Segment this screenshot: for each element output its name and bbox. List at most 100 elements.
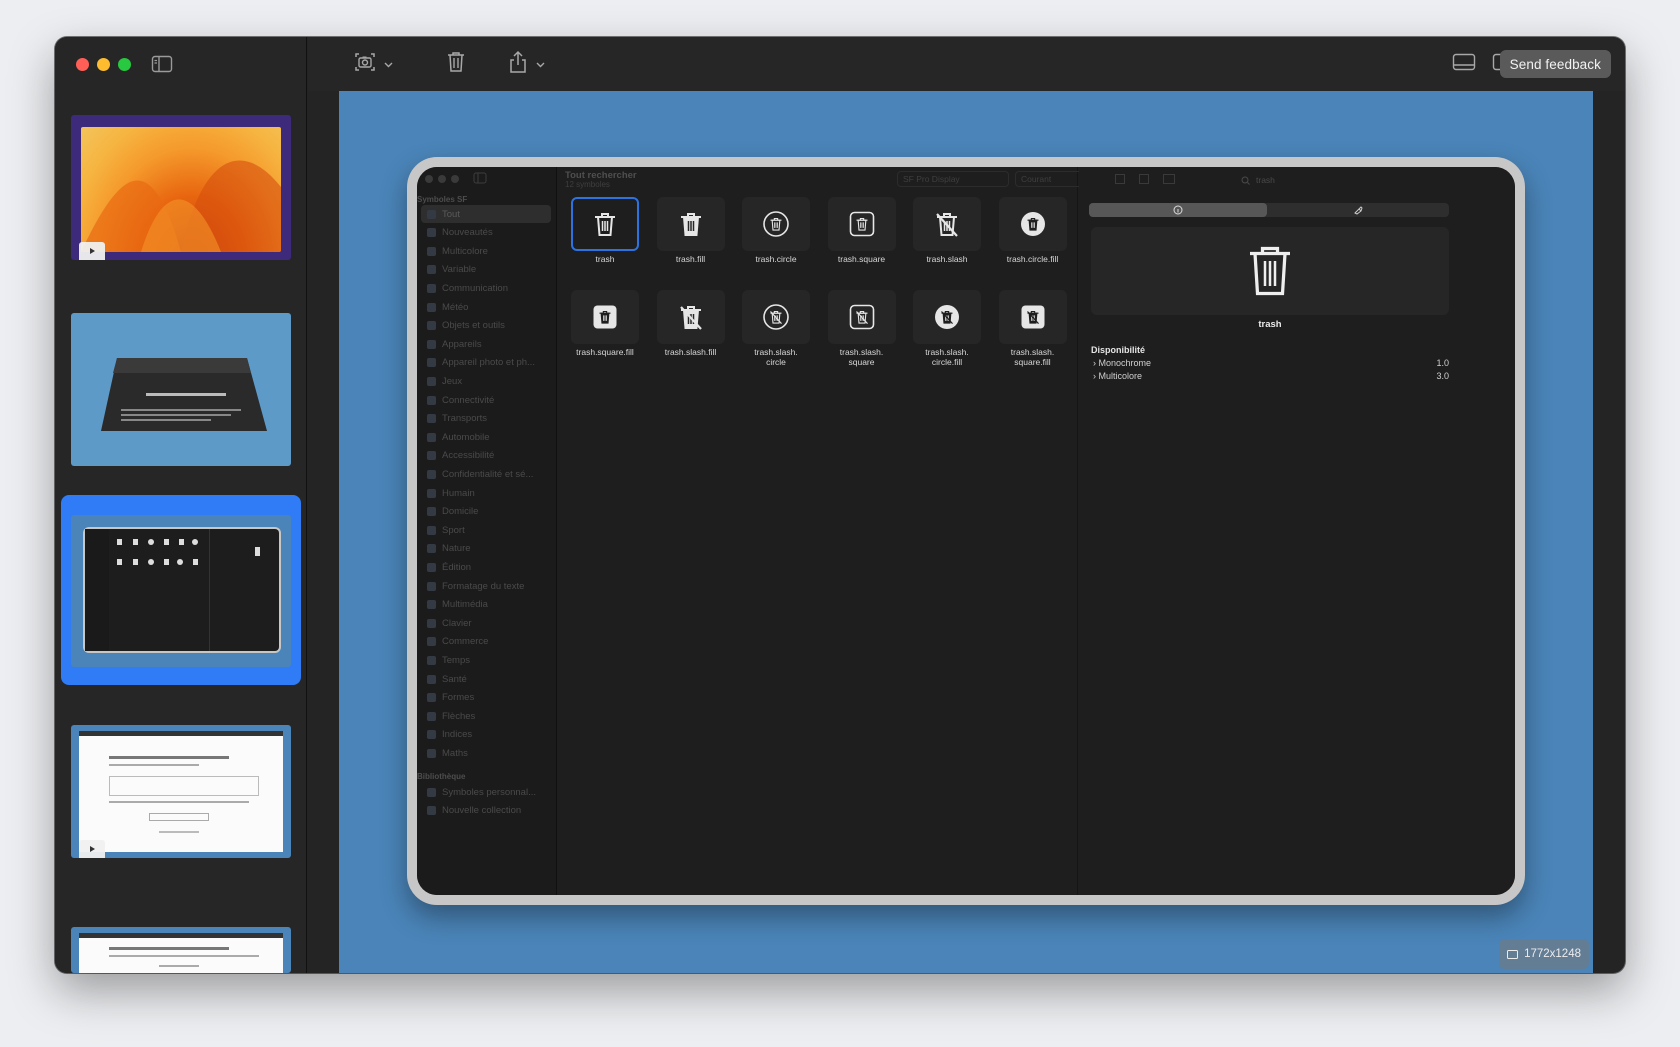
- trash-icon: [1250, 246, 1290, 296]
- trash-icon: [1021, 305, 1044, 329]
- embedded-symbol-tile: [742, 197, 810, 251]
- embedded-symbol-tile: [998, 290, 1067, 344]
- chevron-down-icon: [536, 55, 545, 73]
- embedded-symbol-tile: [571, 197, 639, 251]
- app-window: Send feedback Symboles SF Tout Nouveautés…: [55, 37, 1625, 973]
- embedded-availability-row: › Monochrome 1.0: [1093, 358, 1449, 368]
- embedded-symbol-label: trash.circle.fill: [1006, 254, 1059, 264]
- embedded-symbol-label: trash.slash. square.fill: [1010, 347, 1055, 367]
- trash-icon: [849, 304, 874, 330]
- embedded-symbol-preview: [1091, 227, 1449, 315]
- share-menu-button[interactable]: [508, 50, 545, 79]
- info-icon: [1173, 205, 1183, 215]
- embedded-sidebar-item: Formatage du texte: [421, 577, 551, 595]
- embedded-weight-select: Courant: [1015, 171, 1087, 187]
- embedded-sidebar-item: Jeux: [421, 372, 551, 390]
- embedded-sidebar-item: Clavier: [421, 614, 551, 632]
- embedded-symbol-grid: Tout rechercher 12 symboles SF Pro Displ…: [557, 167, 1087, 895]
- thumbnail-document-partial[interactable]: [71, 927, 291, 973]
- embedded-screen: Symboles SF Tout Nouveautés Multicolore Var…: [417, 167, 1515, 895]
- embedded-sidebar-item: Multimédia: [421, 596, 551, 614]
- thumbnail-document[interactable]: [71, 725, 291, 858]
- embedded-symbol-tile: [742, 290, 810, 344]
- embedded-inspector: trash trash Disponibilité › Monochrome 1.…: [1079, 167, 1515, 895]
- bottom-panel-icon: [1452, 52, 1476, 77]
- play-icon: [79, 840, 105, 858]
- trash-icon: [679, 306, 702, 330]
- thumbnail-sidebar: [55, 37, 307, 973]
- embedded-sidebar-item: Météo: [421, 298, 551, 316]
- play-icon: [79, 242, 105, 260]
- embedded-inspector-tabs: [1089, 203, 1449, 217]
- embedded-symbol-label: trash.slash.fill: [664, 347, 717, 357]
- embedded-symbol-label: trash.slash. circle: [754, 347, 798, 367]
- embedded-sidebar-item: Communication: [421, 279, 551, 297]
- toolbar: Send feedback: [308, 37, 1625, 91]
- embedded-sidebar-item: Accessibilité: [421, 447, 551, 465]
- embedded-symbol-label: trash: [595, 254, 615, 264]
- embedded-symbol-tile: [998, 197, 1067, 251]
- close-window-button[interactable]: [76, 58, 89, 71]
- embedded-font-select: SF Pro Display: [897, 171, 1009, 187]
- embedded-symbol-tile: [571, 290, 639, 344]
- send-feedback-button[interactable]: Send feedback: [1499, 50, 1611, 78]
- embedded-sidebar-item: Domicile: [421, 503, 551, 521]
- embedded-symbol-tile: [913, 290, 981, 344]
- embedded-sidebar-item: Objets et outils: [421, 317, 551, 335]
- embedded-sidebar: Symboles SF Tout Nouveautés Multicolore Var…: [417, 167, 557, 895]
- embedded-sidebar-item: Santé: [421, 670, 551, 688]
- embedded-symbol-name: trash: [1258, 319, 1282, 330]
- embedded-symbol-label: trash.circle: [755, 254, 797, 264]
- embedded-sidebar-item: Appareils: [421, 335, 551, 353]
- embedded-sidebar-item: Connectivité: [421, 391, 551, 409]
- delete-button[interactable]: [446, 51, 466, 77]
- trash-icon: [593, 305, 617, 329]
- screenshot-icon: [354, 51, 376, 78]
- embedded-sidebar-item: Confidentialité et sé...: [421, 465, 551, 483]
- zoom-window-button[interactable]: [118, 58, 131, 71]
- embedded-sidebar-item: Appareil photo et ph...: [421, 354, 551, 372]
- sidebar-toggle-icon[interactable]: [151, 54, 173, 74]
- thumbnail-tilted-screen[interactable]: [71, 313, 291, 466]
- trash-icon: [446, 51, 466, 78]
- share-icon: [508, 50, 528, 79]
- display-icon: [1507, 949, 1519, 959]
- embedded-sidebar-item: Automobile: [421, 428, 551, 446]
- paintbrush-icon: [1354, 206, 1363, 215]
- chevron-down-icon: [384, 55, 393, 73]
- embedded-sidebar-item: Transports: [421, 410, 551, 428]
- embedded-subtitle: 12 symboles: [565, 180, 610, 189]
- embedded-sidebar-item: Nature: [421, 540, 551, 558]
- embedded-sidebar-item: Variable: [421, 261, 551, 279]
- embedded-sidebar-item: Édition: [421, 558, 551, 576]
- trash-icon: [680, 213, 701, 236]
- embedded-symbol-tile: [656, 290, 725, 344]
- embedded-symbol-label: trash.slash. circle.fill: [925, 347, 969, 367]
- minimize-window-button[interactable]: [97, 58, 110, 71]
- embedded-sidebar-item: Flèches: [421, 707, 551, 725]
- thumbnail-desktop[interactable]: [71, 115, 291, 260]
- embedded-library-title: Bibliothèque: [417, 772, 466, 781]
- embedded-sidebar-item: Indices: [421, 726, 551, 744]
- image-dimensions-badge: 1772x1248: [1499, 939, 1589, 969]
- embedded-sidebar-toggle-icon: [473, 171, 487, 189]
- trash-icon: [763, 211, 789, 237]
- embedded-sidebar-item: Sport: [421, 521, 551, 539]
- trash-icon: [849, 211, 874, 237]
- screenshot-menu-button[interactable]: [354, 51, 393, 77]
- embedded-sidebar-item: Commerce: [421, 633, 551, 651]
- preview-canvas: Symboles SF Tout Nouveautés Multicolore Var…: [339, 91, 1593, 973]
- embedded-sidebar-item: Nouveautés: [421, 224, 551, 242]
- embedded-symbol-label: trash.square.fill: [576, 347, 634, 357]
- trash-icon: [936, 213, 958, 237]
- trash-icon: [763, 304, 789, 330]
- embedded-symbol-tile: [827, 197, 896, 251]
- embedded-sidebar-item: Multicolore: [421, 242, 551, 260]
- embedded-symbol-tile: [827, 290, 896, 344]
- embedded-search-field: trash: [1241, 173, 1451, 187]
- embedded-screenshot: Symboles SF Tout Nouveautés Multicolore Var…: [407, 157, 1525, 905]
- thumbnail-sf-symbols[interactable]: [71, 515, 291, 667]
- embedded-symbol-label: trash.slash: [926, 254, 968, 264]
- bottom-panel-button[interactable]: [1452, 51, 1476, 77]
- embedded-availability-row: › Multicolore 3.0: [1093, 371, 1449, 381]
